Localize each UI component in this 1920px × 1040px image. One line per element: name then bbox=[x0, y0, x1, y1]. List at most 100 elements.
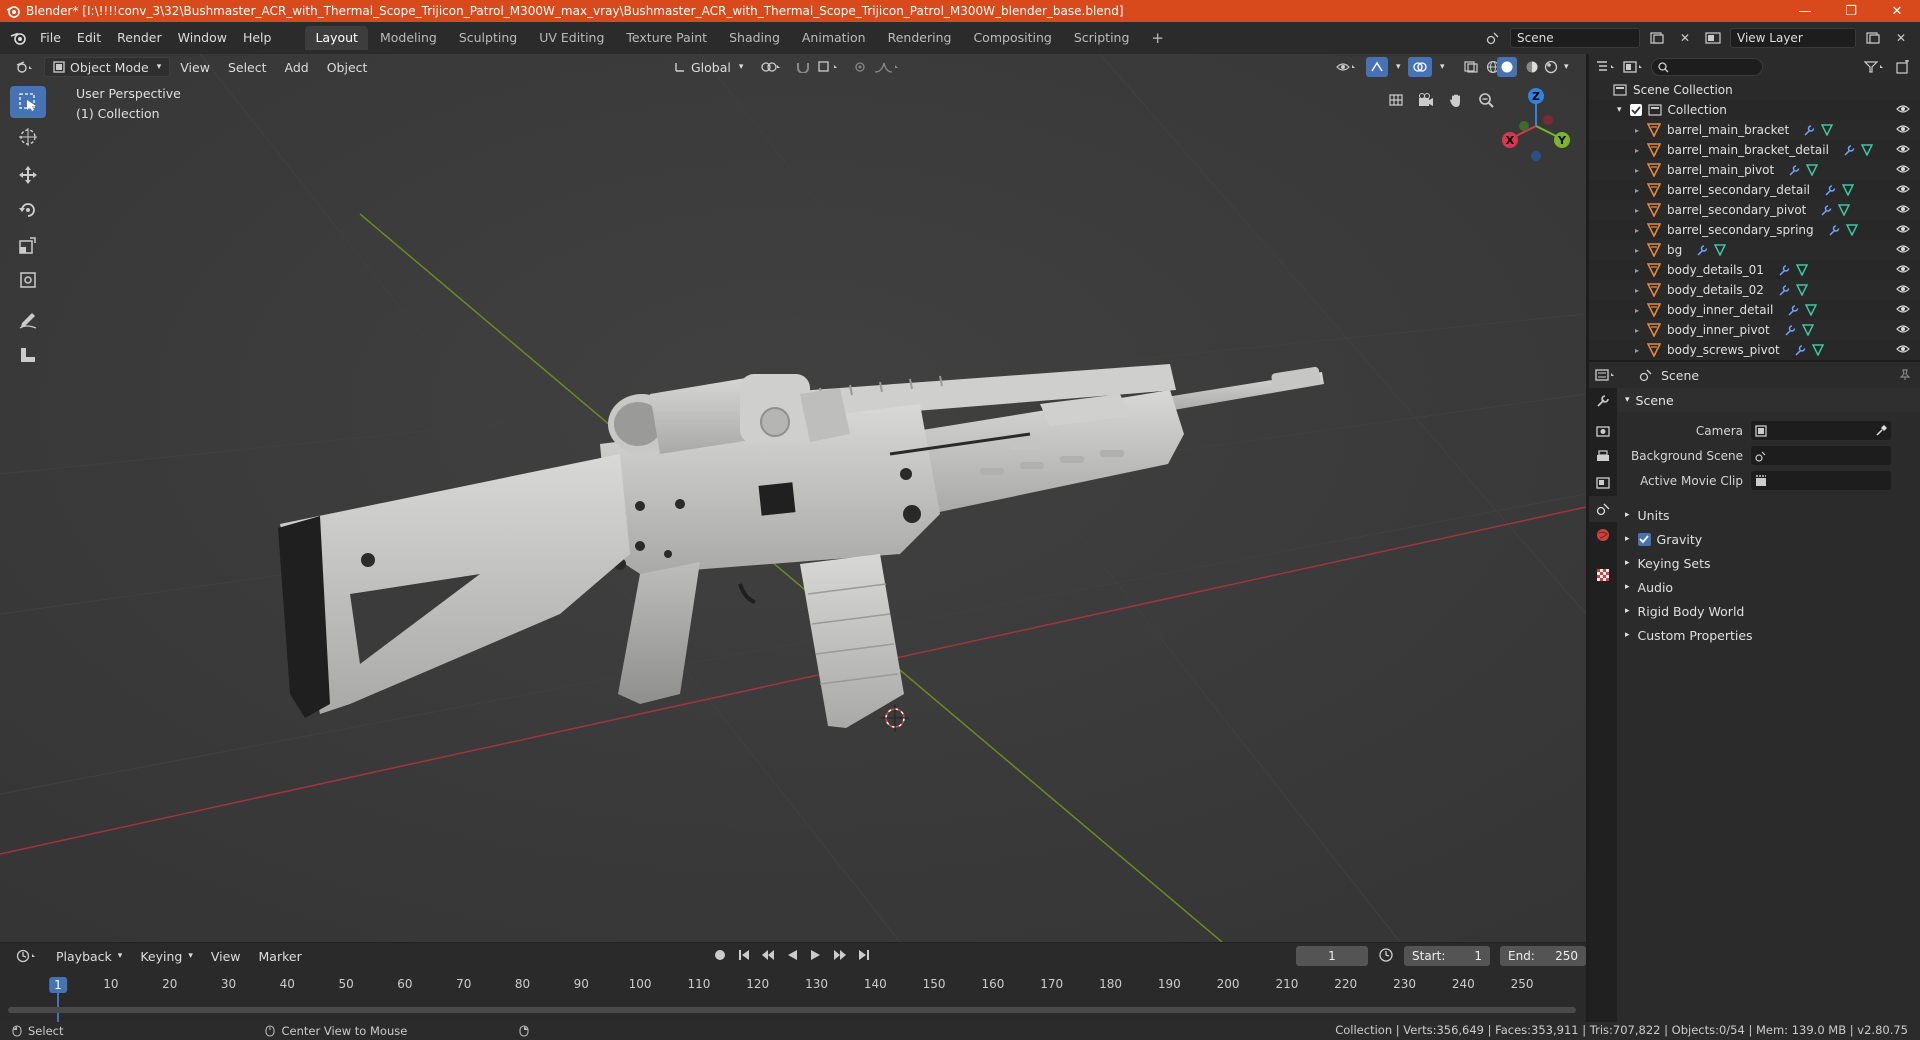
tab-texture-paint[interactable]: Texture Paint bbox=[616, 26, 717, 50]
current-frame-field[interactable]: 1 bbox=[1296, 946, 1368, 966]
audio-panel-header[interactable]: ▸ Audio bbox=[1617, 575, 1920, 599]
expand-arrow-icon[interactable]: ▾ bbox=[1617, 105, 1622, 115]
visibility-eye-icon[interactable] bbox=[1896, 143, 1910, 158]
editor-type-button[interactable] bbox=[8, 57, 42, 77]
scene-panel-header[interactable]: ▾ Scene bbox=[1617, 388, 1920, 412]
outliner-object-row[interactable]: ▸ barrel_main_bracket bbox=[1589, 120, 1920, 140]
menu-playback[interactable]: Playback ▾ bbox=[48, 946, 130, 966]
menu-file[interactable]: File bbox=[32, 27, 69, 49]
navigation-gizmo[interactable]: Z X Y bbox=[1496, 86, 1576, 166]
outliner-object-row[interactable]: ▸ barrel_secondary_pivot bbox=[1589, 200, 1920, 220]
tab-shading[interactable]: Shading bbox=[719, 26, 790, 50]
visibility-eye-icon[interactable] bbox=[1896, 223, 1910, 238]
visibility-eye-icon[interactable] bbox=[1896, 243, 1910, 258]
measure-tool[interactable] bbox=[10, 339, 46, 371]
zoom-icon[interactable] bbox=[1474, 88, 1498, 112]
visibility-eye-icon[interactable] bbox=[1896, 343, 1910, 358]
expand-arrow-icon[interactable]: ▸ bbox=[1635, 226, 1639, 235]
units-panel-header[interactable]: ▸ Units bbox=[1617, 503, 1920, 527]
tab-world[interactable] bbox=[1589, 522, 1617, 548]
visibility-eye-icon[interactable] bbox=[1896, 163, 1910, 178]
new-view-layer-icon[interactable] bbox=[1862, 28, 1884, 48]
timeline-scrollbar[interactable] bbox=[8, 1007, 1576, 1013]
tab-render[interactable] bbox=[1589, 418, 1617, 444]
outliner-object-row[interactable]: ▸ barrel_secondary_detail bbox=[1589, 180, 1920, 200]
falloff-button[interactable] bbox=[866, 57, 908, 77]
new-collection-icon[interactable] bbox=[1892, 57, 1914, 77]
outliner-editor-type-icon[interactable] bbox=[1595, 57, 1617, 77]
expand-arrow-icon[interactable]: ▸ bbox=[1635, 126, 1639, 135]
gizmo-toggle[interactable] bbox=[1366, 57, 1388, 77]
timeline-editor-type-button[interactable] bbox=[8, 946, 46, 966]
expand-arrow-icon[interactable]: ▸ bbox=[1635, 286, 1639, 295]
expand-arrow-icon[interactable]: ▸ bbox=[1635, 166, 1639, 175]
jump-keyframe-forward-button[interactable] bbox=[830, 945, 850, 965]
menu-view[interactable]: View bbox=[172, 57, 218, 77]
menu-timeline-view[interactable]: View bbox=[203, 946, 249, 966]
expand-arrow-icon[interactable]: ▸ bbox=[1635, 306, 1639, 315]
end-frame-field[interactable]: End: 250 bbox=[1500, 946, 1586, 966]
outliner-object-row[interactable]: ▸ body_screws_pivot bbox=[1589, 340, 1920, 360]
expand-arrow-icon[interactable]: ▸ bbox=[1635, 346, 1639, 355]
rigid-body-world-panel-header[interactable]: ▸ Rigid Body World bbox=[1617, 599, 1920, 623]
blender-menu-icon[interactable] bbox=[4, 27, 32, 49]
pin-icon[interactable] bbox=[1894, 365, 1916, 385]
tab-texture[interactable] bbox=[1589, 562, 1617, 588]
collection-row[interactable]: ▾ Collection bbox=[1589, 100, 1920, 120]
visibility-eye-icon[interactable] bbox=[1896, 303, 1910, 318]
start-frame-field[interactable]: Start: 1 bbox=[1404, 946, 1490, 966]
tab-sculpting[interactable]: Sculpting bbox=[449, 26, 527, 50]
mode-dropdown[interactable]: Object Mode ▾ bbox=[44, 57, 171, 77]
menu-render[interactable]: Render bbox=[109, 27, 170, 49]
expand-arrow-icon[interactable]: ▸ bbox=[1635, 266, 1639, 275]
menu-edit[interactable]: Edit bbox=[69, 27, 109, 49]
menu-marker[interactable]: Marker bbox=[251, 946, 310, 966]
outliner-object-row[interactable]: ▸ barrel_main_bracket_detail bbox=[1589, 140, 1920, 160]
grid-view-icon[interactable] bbox=[1384, 88, 1408, 112]
gravity-checkbox[interactable] bbox=[1637, 532, 1651, 546]
delete-scene-icon[interactable]: ✕ bbox=[1674, 28, 1696, 48]
play-reverse-button[interactable] bbox=[782, 945, 802, 965]
tab-layout[interactable]: Layout bbox=[305, 26, 368, 50]
tab-tool[interactable] bbox=[1589, 388, 1617, 414]
custom-properties-panel-header[interactable]: ▸ Custom Properties bbox=[1617, 623, 1920, 647]
active-movie-clip-field[interactable] bbox=[1751, 471, 1891, 490]
outliner-object-row[interactable]: ▸ bg bbox=[1589, 240, 1920, 260]
jump-keyframe-back-button[interactable] bbox=[758, 945, 778, 965]
visibility-eye-icon[interactable] bbox=[1896, 283, 1910, 298]
expand-arrow-icon[interactable]: ▸ bbox=[1635, 186, 1639, 195]
outliner-object-row[interactable]: ▸ body_inner_detail bbox=[1589, 300, 1920, 320]
new-scene-icon[interactable] bbox=[1646, 28, 1668, 48]
record-button[interactable] bbox=[710, 945, 730, 965]
view-layer-selector[interactable]: View Layer bbox=[1730, 28, 1856, 48]
filter-icon[interactable] bbox=[1864, 57, 1886, 77]
add-workspace-button[interactable]: + bbox=[1141, 26, 1174, 50]
scene-collection-row[interactable]: Scene Collection bbox=[1589, 80, 1920, 100]
outliner-object-row[interactable]: ▸ barrel_secondary_spring bbox=[1589, 220, 1920, 240]
gravity-panel-header[interactable]: ▸ Gravity bbox=[1617, 527, 1920, 551]
jump-start-button[interactable] bbox=[734, 945, 754, 965]
close-button[interactable]: ✕ bbox=[1874, 0, 1920, 22]
scene-icon[interactable] bbox=[1482, 28, 1504, 48]
pan-hand-icon[interactable] bbox=[1444, 88, 1468, 112]
timeline-ruler[interactable]: 1 10 20 30 40 50 60 70 80 90 100 110 120 130 140 150 160… bbox=[0, 973, 1586, 1029]
expand-arrow-icon[interactable]: ▸ bbox=[1635, 326, 1639, 335]
outliner-object-row[interactable]: ▸ barrel_main_pivot bbox=[1589, 160, 1920, 180]
tab-modeling[interactable]: Modeling bbox=[370, 26, 447, 50]
menu-add[interactable]: Add bbox=[277, 57, 317, 77]
transform-tool[interactable] bbox=[10, 264, 46, 296]
transform-orientation-dropdown[interactable]: Global ▾ bbox=[666, 57, 751, 77]
expand-arrow-icon[interactable]: ▸ bbox=[1635, 246, 1639, 255]
move-tool[interactable] bbox=[10, 159, 46, 191]
pivot-point-button[interactable] bbox=[752, 57, 790, 77]
menu-keying[interactable]: Keying ▾ bbox=[132, 946, 201, 966]
overlays-dropdown[interactable]: ▾ bbox=[1432, 57, 1453, 77]
delete-view-layer-icon[interactable]: ✕ bbox=[1890, 28, 1912, 48]
3d-viewport[interactable]: Object Mode ▾ View Select Add Object Glo… bbox=[0, 54, 1586, 942]
snap-element-button[interactable] bbox=[810, 57, 848, 77]
display-mode-icon[interactable] bbox=[1623, 57, 1645, 77]
minimize-button[interactable]: — bbox=[1782, 0, 1828, 22]
tab-compositing[interactable]: Compositing bbox=[963, 26, 1061, 50]
expand-arrow-icon[interactable]: ▸ bbox=[1635, 146, 1639, 155]
tab-rendering[interactable]: Rendering bbox=[878, 26, 962, 50]
